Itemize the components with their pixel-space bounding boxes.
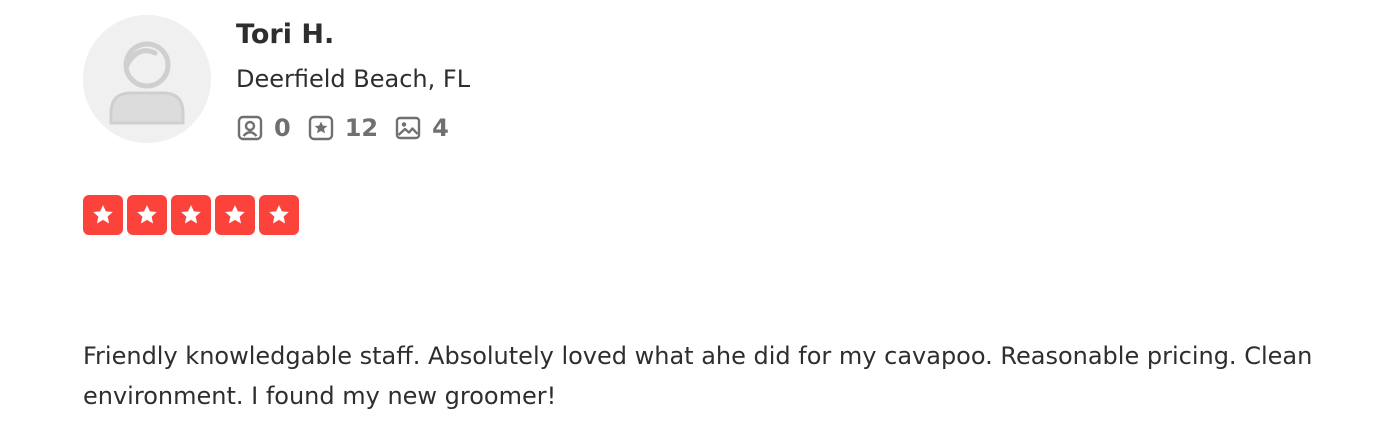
star-icon bbox=[215, 195, 255, 235]
user-avatar[interactable] bbox=[83, 15, 211, 143]
friends-stat: 0 bbox=[236, 112, 291, 144]
star-icon bbox=[127, 195, 167, 235]
review-star-icon bbox=[307, 114, 335, 142]
photo-icon bbox=[394, 114, 422, 142]
user-location: Deerfield Beach, FL bbox=[236, 65, 471, 93]
reviews-count: 12 bbox=[344, 114, 379, 142]
star-rating bbox=[83, 195, 303, 235]
user-name-link[interactable]: Tori H. bbox=[236, 16, 334, 54]
star-icon bbox=[171, 195, 211, 235]
friends-count: 0 bbox=[274, 114, 291, 142]
photos-count: 4 bbox=[432, 114, 449, 142]
review-text: Friendly knowledgable staff. Absolutely … bbox=[83, 342, 1313, 410]
default-avatar-icon bbox=[83, 15, 211, 143]
review-card: Tori H. Deerfield Beach, FL 0 12 4 Frien… bbox=[0, 0, 1392, 432]
friends-icon bbox=[236, 114, 264, 142]
star-icon bbox=[259, 195, 299, 235]
star-icon bbox=[83, 195, 123, 235]
reviews-stat: 12 bbox=[307, 112, 378, 144]
user-stats: 0 12 4 bbox=[236, 112, 465, 144]
photos-stat: 4 bbox=[394, 112, 449, 144]
